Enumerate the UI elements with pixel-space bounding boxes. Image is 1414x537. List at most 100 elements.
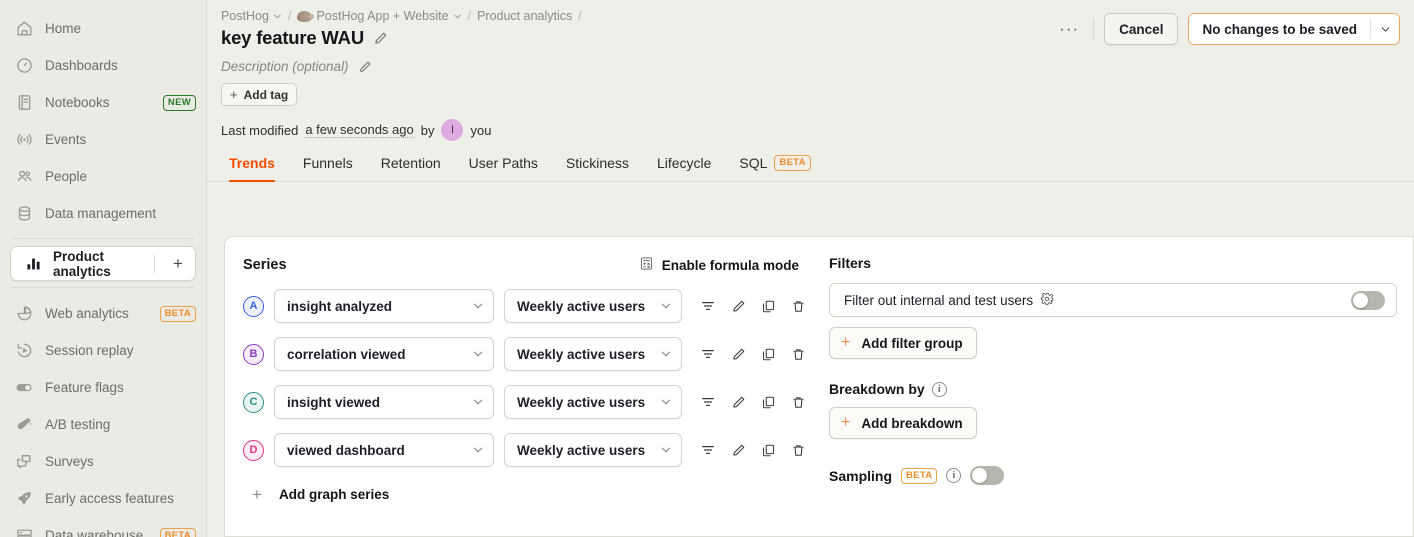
topbar-right: ··· Cancel No changes to be saved bbox=[1055, 9, 1400, 45]
tab-label: Trends bbox=[229, 155, 275, 171]
series-event-select[interactable]: insight analyzed bbox=[274, 289, 494, 323]
breadcrumb-item-org[interactable]: PostHog bbox=[221, 9, 282, 23]
bar-chart-icon bbox=[23, 254, 43, 274]
trash-icon[interactable] bbox=[786, 294, 810, 318]
plus-icon: + bbox=[230, 87, 238, 102]
sidebar-item-data-management[interactable]: Data management bbox=[0, 195, 206, 232]
sidebar-item-people[interactable]: People bbox=[0, 158, 206, 195]
pencil-icon[interactable] bbox=[358, 60, 372, 74]
filter-icon[interactable] bbox=[696, 294, 720, 318]
new-insight-button[interactable]: + bbox=[165, 251, 191, 277]
sidebar-item-surveys[interactable]: Surveys bbox=[0, 443, 206, 480]
trash-icon[interactable] bbox=[786, 438, 810, 462]
filter-icon[interactable] bbox=[696, 390, 720, 414]
badge-new: NEW bbox=[162, 94, 196, 111]
tab-funnels[interactable]: Funnels bbox=[289, 155, 367, 181]
breakdown-title: Breakdown by bbox=[829, 381, 925, 397]
info-icon[interactable]: i bbox=[931, 381, 947, 397]
series-math-select[interactable]: Weekly active users bbox=[504, 337, 682, 371]
tab-trends[interactable]: Trends bbox=[221, 155, 289, 182]
last-modified-time[interactable]: a few seconds ago bbox=[305, 122, 414, 138]
series-letter-badge[interactable]: C bbox=[243, 391, 264, 413]
save-dropdown-button[interactable] bbox=[1371, 14, 1399, 44]
description-placeholder[interactable]: Description (optional) bbox=[221, 59, 349, 74]
plus-icon: + bbox=[252, 485, 262, 504]
chevron-down-icon bbox=[660, 444, 672, 456]
add-tag-button[interactable]: + Add tag bbox=[221, 83, 298, 106]
trash-icon[interactable] bbox=[786, 342, 810, 366]
tab-label: Funnels bbox=[302, 155, 353, 171]
series-event-select[interactable]: viewed dashboard bbox=[274, 433, 494, 467]
series-math-select[interactable]: Weekly active users bbox=[504, 385, 682, 419]
sidebar-item-label: Notebooks bbox=[45, 95, 110, 110]
duplicate-icon[interactable] bbox=[756, 342, 780, 366]
pencil-icon[interactable] bbox=[726, 294, 750, 318]
series-letter-badge[interactable]: B bbox=[243, 343, 264, 365]
save-button-group[interactable]: No changes to be saved bbox=[1188, 13, 1400, 45]
series-letter-badge[interactable]: D bbox=[243, 439, 264, 461]
series-event-select[interactable]: correlation viewed bbox=[274, 337, 494, 371]
series-event-value: correlation viewed bbox=[287, 346, 406, 362]
series-math-select[interactable]: Weekly active users bbox=[504, 289, 682, 323]
tab-label: Retention bbox=[380, 155, 441, 171]
main-content: PostHog / PostHog App + Website / Produc… bbox=[207, 0, 1414, 537]
series-header: Series Enable formula mode bbox=[243, 255, 803, 275]
sidebar-active-wrap: Product analytics + bbox=[0, 246, 206, 281]
info-icon[interactable]: i bbox=[946, 468, 962, 483]
pencil-icon[interactable] bbox=[726, 342, 750, 366]
pencil-icon[interactable] bbox=[726, 438, 750, 462]
add-graph-series-label: Add graph series bbox=[279, 487, 390, 502]
series-math-value: Weekly active users bbox=[517, 442, 646, 458]
sidebar-item-ab-testing[interactable]: A/B testing bbox=[0, 406, 206, 443]
chevron-down-icon bbox=[660, 300, 672, 312]
sidebar-item-dashboards[interactable]: Dashboards bbox=[0, 47, 206, 84]
sidebar-item-notebooks[interactable]: Notebooks NEW bbox=[0, 84, 206, 121]
sampling-toggle[interactable] bbox=[970, 466, 1005, 485]
breadcrumb-item-product-analytics[interactable]: Product analytics bbox=[477, 9, 572, 23]
tab-sql[interactable]: SQL BETA bbox=[725, 155, 824, 181]
filters-title: Filters bbox=[829, 255, 872, 271]
breadcrumb-item-project[interactable]: PostHog App + Website bbox=[297, 9, 461, 23]
sidebar-item-product-analytics[interactable]: Product analytics + bbox=[10, 246, 196, 281]
sidebar-item-session-replay[interactable]: Session replay bbox=[0, 332, 206, 369]
toggle-knob bbox=[1353, 292, 1368, 308]
filter-icon[interactable] bbox=[696, 438, 720, 462]
insight-editor-card: Series Enable formula mode A insight ana… bbox=[224, 236, 1414, 537]
trash-icon[interactable] bbox=[786, 390, 810, 414]
avatar[interactable]: I bbox=[441, 119, 464, 141]
enable-formula-mode-button[interactable]: Enable formula mode bbox=[635, 254, 803, 276]
filter-icon[interactable] bbox=[696, 342, 720, 366]
badge-beta: BETA bbox=[159, 527, 196, 537]
internal-users-toggle[interactable] bbox=[1351, 290, 1385, 310]
more-options-button[interactable]: ··· bbox=[1055, 15, 1083, 43]
duplicate-icon[interactable] bbox=[756, 390, 780, 414]
gear-icon[interactable] bbox=[1040, 292, 1054, 309]
sidebar-item-early-access-features[interactable]: Early access features bbox=[0, 480, 206, 517]
series-letter-badge[interactable]: A bbox=[243, 295, 264, 317]
add-breakdown-button[interactable]: + Add breakdown bbox=[829, 407, 977, 439]
pencil-icon[interactable] bbox=[373, 31, 388, 46]
warehouse-icon bbox=[14, 526, 34, 537]
sidebar-item-home[interactable]: Home bbox=[0, 10, 206, 47]
add-graph-series-button[interactable]: + Add graph series bbox=[243, 481, 397, 508]
pencil-icon[interactable] bbox=[726, 390, 750, 414]
cancel-button[interactable]: Cancel bbox=[1104, 13, 1179, 45]
sidebar-item-data-warehouse[interactable]: Data warehouse BETA bbox=[0, 517, 206, 537]
save-button[interactable]: No changes to be saved bbox=[1189, 14, 1370, 44]
tab-stickiness[interactable]: Stickiness bbox=[552, 155, 643, 181]
tab-lifecycle[interactable]: Lifecycle bbox=[643, 155, 725, 181]
sidebar-item-events[interactable]: Events bbox=[0, 121, 206, 158]
duplicate-icon[interactable] bbox=[756, 438, 780, 462]
tab-retention[interactable]: Retention bbox=[367, 155, 455, 181]
sidebar-item-feature-flags[interactable]: Feature flags bbox=[0, 369, 206, 406]
duplicate-icon[interactable] bbox=[756, 294, 780, 318]
series-math-select[interactable]: Weekly active users bbox=[504, 433, 682, 467]
sidebar-item-label: Web analytics bbox=[45, 306, 129, 321]
add-filter-group-button[interactable]: + Add filter group bbox=[829, 327, 977, 359]
tab-user-paths[interactable]: User Paths bbox=[455, 155, 552, 181]
series-row: D viewed dashboard Weekly active users bbox=[243, 433, 804, 467]
sidebar-item-web-analytics[interactable]: Web analytics BETA bbox=[0, 295, 206, 332]
series-event-select[interactable]: insight viewed bbox=[274, 385, 494, 419]
series-row: C insight viewed Weekly active users bbox=[243, 385, 804, 419]
sidebar-item-label: Session replay bbox=[45, 343, 134, 358]
